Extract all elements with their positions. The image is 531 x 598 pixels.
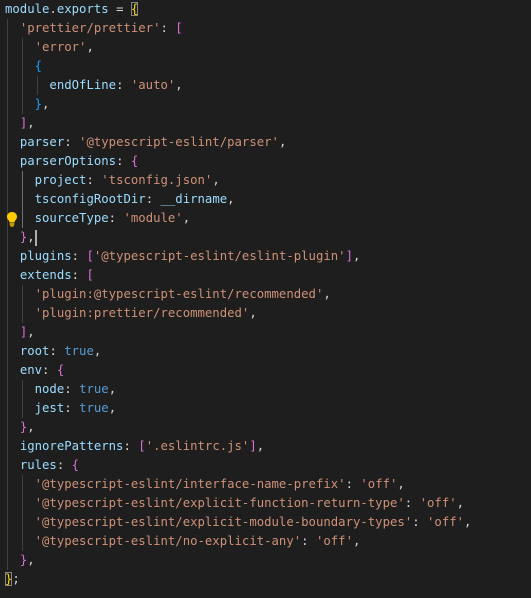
code-line[interactable]: root: true, — [5, 342, 101, 361]
code-line[interactable]: '@typescript-eslint/explicit-module-boun… — [5, 513, 472, 532]
code-line[interactable]: '@typescript-eslint/interface-name-prefi… — [5, 475, 405, 494]
code-line[interactable]: env: { — [5, 361, 64, 380]
code-line[interactable]: }, — [5, 95, 50, 114]
code-line[interactable]: 'plugin:prettier/recommended', — [5, 304, 257, 323]
code-line[interactable]: ], — [5, 114, 35, 133]
code-line[interactable]: }; — [5, 570, 20, 589]
code-line[interactable]: rules: { — [5, 456, 79, 475]
code-line[interactable]: plugins: ['@typescript-eslint/eslint-plu… — [5, 247, 361, 266]
code-line[interactable]: }, — [5, 228, 37, 247]
code-line[interactable]: }, — [5, 551, 35, 570]
code-line[interactable]: 'plugin:@typescript-eslint/recommended', — [5, 285, 331, 304]
code-line[interactable]: module.exports = { — [5, 0, 139, 19]
code-line[interactable]: ], — [5, 323, 35, 342]
code-line[interactable]: ignorePatterns: ['.eslintrc.js'], — [5, 437, 264, 456]
code-line[interactable]: jest: true, — [5, 399, 116, 418]
code-line[interactable]: 'error', — [5, 38, 94, 57]
text-cursor — [34, 229, 37, 246]
code-line[interactable]: endOfLine: 'auto', — [5, 76, 182, 95]
code-line[interactable]: '@typescript-eslint/explicit-function-re… — [5, 494, 464, 513]
code-line[interactable]: '@typescript-eslint/no-explicit-any': 'o… — [5, 532, 361, 551]
lightbulb-icon[interactable] — [5, 211, 19, 227]
code-line[interactable]: project: 'tsconfig.json', — [5, 171, 220, 190]
code-editor[interactable]: module.exports = { 'prettier/prettier': … — [0, 0, 531, 598]
code-line[interactable]: }, — [5, 418, 35, 437]
code-line[interactable]: tsconfigRootDir: __dirname, — [5, 190, 235, 209]
code-line[interactable]: extends: [ — [5, 266, 94, 285]
code-line[interactable]: node: true, — [5, 380, 116, 399]
code-line[interactable]: parserOptions: { — [5, 152, 138, 171]
code-line[interactable]: { — [5, 57, 42, 76]
code-line[interactable]: 'prettier/prettier': [ — [5, 19, 183, 38]
code-line[interactable]: parser: '@typescript-eslint/parser', — [5, 133, 287, 152]
code-line[interactable]: sourceType: 'module', — [5, 209, 191, 228]
